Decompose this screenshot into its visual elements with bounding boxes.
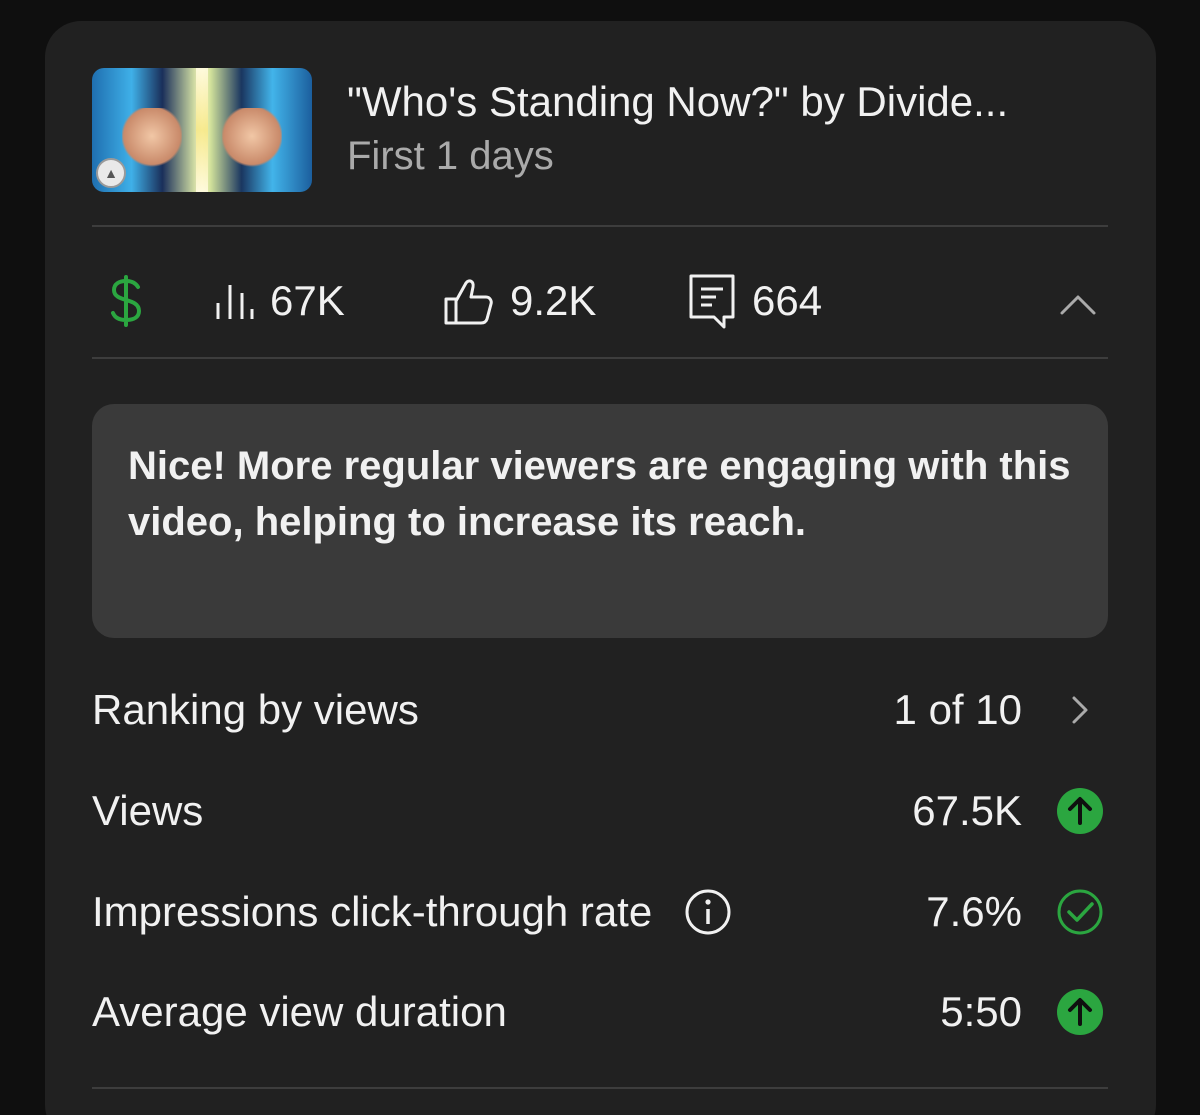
video-analytics-card: ▲ "Who's Standing Now?" by Divide... Fir…: [45, 21, 1156, 1115]
thumbnail-energy-beam: [196, 68, 208, 192]
metric-label: Ranking by views: [92, 686, 419, 733]
metric-value: 1 of 10: [893, 686, 1022, 733]
video-period: First 1 days: [347, 134, 554, 178]
arrow-up-icon: [1057, 989, 1103, 1035]
views-count: 67K: [270, 277, 345, 324]
thumbnail-character-left: [122, 108, 182, 178]
chevron-up-icon[interactable]: [1058, 283, 1098, 323]
comments-count: 664: [752, 277, 823, 324]
chevron-right-icon[interactable]: [1056, 686, 1104, 734]
arrow-up-icon: [1057, 788, 1103, 834]
insight-banner: Nice! More regular viewers are engaging …: [92, 404, 1108, 638]
divider: [92, 225, 1108, 227]
comments-stat[interactable]: 664: [688, 273, 822, 329]
metric-label: Impressions click-through rate: [92, 888, 653, 935]
comment-icon: [689, 274, 735, 329]
metric-row-views: Views 67.5K: [92, 776, 1108, 846]
divider: [92, 357, 1108, 359]
metric-value: 5:50: [940, 988, 1022, 1035]
divider: [92, 1087, 1108, 1089]
video-title: "Who's Standing Now?" by Divide...: [347, 78, 1009, 125]
metric-row-avg-duration: Average view duration 5:50: [92, 977, 1108, 1047]
channel-logo-icon: ▲: [96, 158, 126, 188]
metric-value: 67.5K: [912, 787, 1022, 834]
check-circle-icon: [1057, 889, 1103, 935]
likes-stat[interactable]: 9.2K: [442, 273, 596, 329]
metric-label: Views: [92, 787, 204, 834]
bar-chart-icon: [216, 285, 254, 319]
metric-value: 7.6%: [926, 888, 1022, 935]
monetization-stat[interactable]: [108, 273, 144, 329]
video-header[interactable]: ▲ "Who's Standing Now?" by Divide... Fir…: [92, 68, 1108, 192]
stats-bar: 67K 9.2K 664: [92, 251, 1108, 351]
video-thumbnail[interactable]: ▲: [92, 68, 312, 192]
insight-text: Nice! More regular viewers are engaging …: [128, 444, 1071, 544]
likes-count: 9.2K: [510, 277, 597, 324]
metric-row-ranking[interactable]: Ranking by views 1 of 10: [92, 675, 1108, 745]
thumbnail-character-right: [222, 108, 282, 178]
views-stat[interactable]: 67K: [214, 273, 345, 329]
dollar-icon: [111, 275, 142, 327]
thumbs-up-icon: [444, 279, 493, 325]
metric-row-ctr: Impressions click-through rate 7.6%: [92, 877, 1108, 947]
info-icon[interactable]: [684, 888, 732, 936]
metric-label: Average view duration: [92, 988, 507, 1035]
